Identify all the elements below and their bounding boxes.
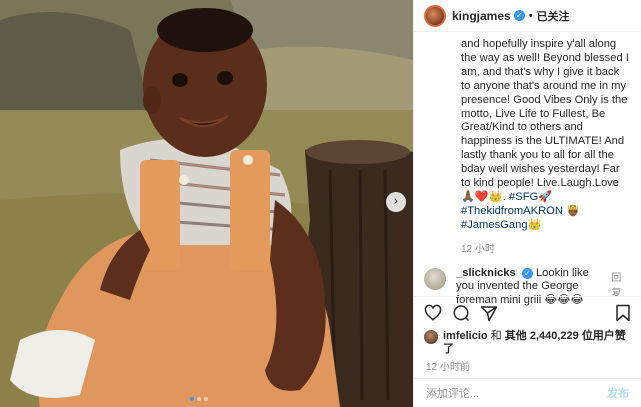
- carousel-dot: [197, 397, 201, 401]
- likes-others-label: 其他: [504, 330, 527, 342]
- caption-emoji: 🙏🏾❤️👑.: [461, 190, 506, 203]
- post-photo: ›: [0, 0, 413, 407]
- likes-others-link[interactable]: 其他 2,440,229: [505, 330, 579, 342]
- avatar[interactable]: [424, 4, 446, 27]
- caption-emoji: 👑: [527, 218, 542, 231]
- caption-body: and hopefully inspire y'all along the wa…: [461, 38, 629, 190]
- verified-badge-icon: ✓: [513, 10, 525, 21]
- comment-item: _slicknicks ✓ Lookin like you invented t…: [414, 255, 641, 308]
- header-separator: •: [528, 9, 533, 22]
- divider: [414, 296, 641, 297]
- next-photo-button[interactable]: ›: [386, 192, 406, 212]
- post-timestamp: 12 小时前: [426, 362, 470, 373]
- avatar: [424, 330, 438, 344]
- caption-emoji: 🤴🏾: [566, 204, 581, 217]
- likes-connector: 和: [490, 330, 502, 342]
- post-comment-button[interactable]: 发布: [607, 385, 629, 401]
- baby-photo-illustration: [0, 0, 413, 407]
- likes-summary: imfelicio 和 其他 2,440,229 位用户赞了: [424, 330, 633, 356]
- like-heart-icon[interactable]: [424, 304, 442, 322]
- hashtag-link[interactable]: #JamesGang: [461, 219, 528, 231]
- liker-username-link[interactable]: imfelicio: [443, 330, 488, 342]
- hashtag-link[interactable]: #ThekidfromAKRON: [461, 205, 563, 217]
- comment-bubble-icon[interactable]: [452, 304, 470, 322]
- post-header: kingjames ✓ • 已关注: [414, 0, 641, 32]
- avatar[interactable]: [424, 267, 446, 290]
- post-side-panel: kingjames ✓ • 已关注 and hopefully inspire …: [413, 0, 641, 407]
- verified-badge-icon: ✓: [521, 267, 533, 279]
- caption-text: and hopefully inspire y'all along the wa…: [461, 38, 629, 233]
- carousel-dot-active: [190, 397, 194, 401]
- caption-emoji: 🚀: [538, 190, 553, 203]
- carousel-dots: [190, 397, 208, 401]
- caption-time: 12 小时: [461, 243, 495, 255]
- comment-username-link[interactable]: _slicknicks: [456, 267, 516, 279]
- follow-status-button[interactable]: 已关注: [537, 8, 570, 24]
- caption-area: and hopefully inspire y'all along the wa…: [414, 32, 641, 255]
- comment-text: _slicknicks ✓ Lookin like you invented t…: [456, 267, 603, 308]
- carousel-dot: [204, 397, 208, 401]
- bookmark-icon[interactable]: [615, 304, 631, 322]
- action-bar: [424, 304, 631, 322]
- hashtag-link[interactable]: #SFG: [509, 191, 538, 203]
- likes-text: imfelicio 和 其他 2,440,229 位用户赞了: [443, 330, 633, 356]
- share-icon[interactable]: [480, 304, 498, 322]
- likes-count: 2,440,229: [529, 330, 579, 342]
- add-comment-bar: 添加评论... 发布: [414, 378, 641, 407]
- reply-button[interactable]: 回复: [611, 269, 631, 308]
- username-link[interactable]: kingjames: [452, 9, 511, 23]
- comment-input[interactable]: 添加评论...: [426, 385, 479, 401]
